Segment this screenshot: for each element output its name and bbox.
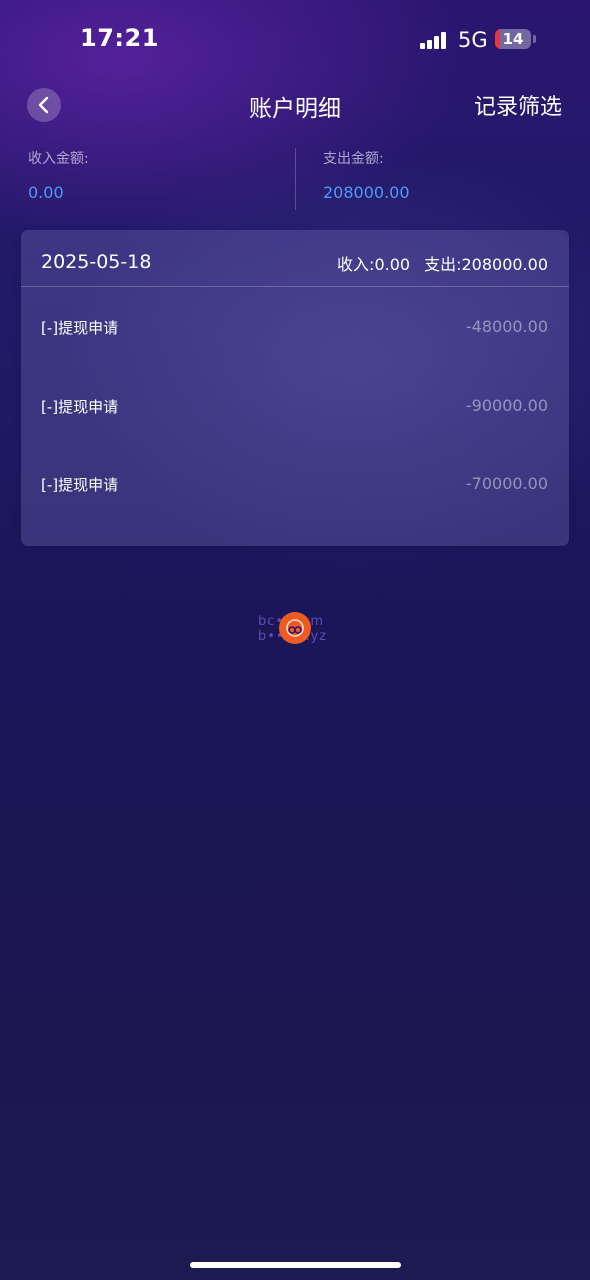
record-card-header: 2025-05-18 收入:0.00 支出:208000.00	[21, 230, 569, 287]
record-income-total: 收入:0.00	[337, 255, 411, 274]
income-summary: 收入金额: 0.00	[28, 148, 89, 202]
record-expense-total: 支出:208000.00	[424, 255, 548, 274]
record-amount: -48000.00	[465, 317, 548, 336]
battery-cap	[533, 35, 536, 43]
watermark: bc•••om b••••xyz	[252, 612, 348, 646]
battery-icon: 14	[495, 29, 531, 49]
record-row[interactable]: [-]提现申请 -70000.00	[21, 474, 569, 504]
battery-level: 14	[502, 30, 524, 48]
expense-value: 208000.00	[323, 183, 410, 202]
home-indicator[interactable]	[190, 1262, 401, 1268]
summary-divider	[295, 148, 296, 210]
record-label: [-]提现申请	[41, 476, 119, 494]
income-label: 收入金额:	[28, 151, 89, 167]
watermark-logo-icon	[279, 612, 311, 644]
nav-bar: 账户明细 记录筛选	[0, 80, 590, 130]
status-bar: 17:21 5G 14	[0, 0, 590, 80]
record-card: 2025-05-18 收入:0.00 支出:208000.00 [-]提现申请 -…	[21, 230, 569, 546]
record-label: [-]提现申请	[41, 319, 119, 337]
record-amount: -70000.00	[465, 474, 548, 493]
income-value: 0.00	[28, 183, 64, 202]
account-summary: 收入金额: 0.00 支出金额: 208000.00	[0, 148, 590, 216]
cellular-signal-icon	[420, 31, 448, 49]
record-totals: 收入:0.00 支出:208000.00	[337, 251, 548, 275]
record-filter-button[interactable]: 记录筛选	[474, 89, 562, 121]
record-date: 2025-05-18	[41, 251, 152, 273]
record-row[interactable]: [-]提现申请 -48000.00	[21, 317, 569, 347]
record-label: [-]提现申请	[41, 398, 119, 416]
status-time: 17:21	[80, 24, 159, 52]
record-amount: -90000.00	[465, 396, 548, 415]
network-type: 5G	[458, 28, 488, 52]
expense-label: 支出金额:	[323, 151, 384, 167]
expense-summary: 支出金额: 208000.00	[323, 148, 410, 202]
record-row[interactable]: [-]提现申请 -90000.00	[21, 396, 569, 426]
